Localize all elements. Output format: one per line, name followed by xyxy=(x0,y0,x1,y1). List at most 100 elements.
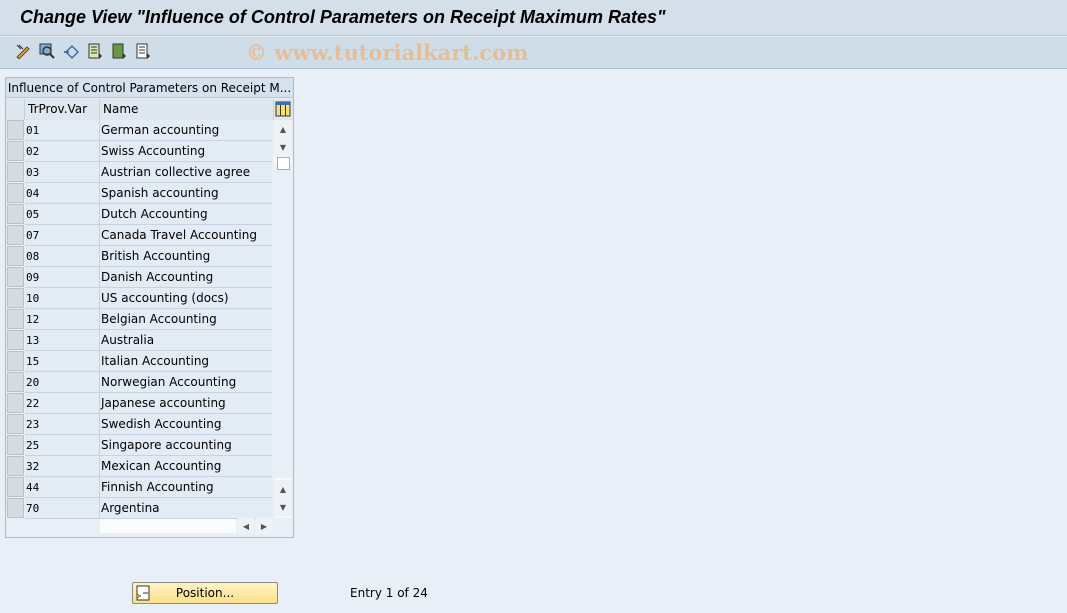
cell-name[interactable]: Swedish Accounting xyxy=(100,414,272,435)
row-selector[interactable] xyxy=(7,225,24,245)
row-selector[interactable] xyxy=(7,393,24,413)
vertical-scrollbar-bottom[interactable]: ▲ ▼ xyxy=(274,478,292,518)
column-header-name[interactable]: Name xyxy=(100,99,274,120)
page-down-icon[interactable]: ▼ xyxy=(274,498,292,516)
vertical-scrollbar-top[interactable]: ▲ ▼ xyxy=(274,120,292,170)
scroll-down-icon[interactable]: ▼ xyxy=(274,138,292,156)
title-bar: Change View "Influence of Control Parame… xyxy=(0,0,1067,36)
row-selector[interactable] xyxy=(7,120,24,140)
table-row: 08 British Accounting xyxy=(6,246,273,267)
row-selector[interactable] xyxy=(7,414,24,434)
cell-name[interactable]: Australia xyxy=(100,330,272,351)
cell-name[interactable]: US accounting (docs) xyxy=(100,288,272,309)
cell-trprov-var[interactable]: 15 xyxy=(25,351,100,372)
row-selector[interactable] xyxy=(7,351,24,371)
cell-name[interactable]: Canada Travel Accounting xyxy=(100,225,272,246)
table-row: 22 Japanese accounting xyxy=(6,393,273,414)
table-row: 20 Norwegian Accounting xyxy=(6,372,273,393)
cell-trprov-var[interactable]: 12 xyxy=(25,309,100,330)
row-selector[interactable] xyxy=(7,309,24,329)
cell-name[interactable]: Japanese accounting xyxy=(100,393,272,414)
cell-name[interactable]: Italian Accounting xyxy=(100,351,272,372)
row-selector[interactable] xyxy=(7,246,24,266)
cell-name[interactable]: Belgian Accounting xyxy=(100,309,272,330)
table-settings-icon xyxy=(275,101,291,117)
row-selector[interactable] xyxy=(7,435,24,455)
table-row: 32 Mexican Accounting xyxy=(6,456,273,477)
entry-status: Entry 1 of 24 xyxy=(350,586,428,600)
scroll-right-icon[interactable]: ▶ xyxy=(256,518,272,534)
table-row: 13 Australia xyxy=(6,330,273,351)
table-row: 70 Argentina xyxy=(6,498,273,519)
scroll-thumb[interactable] xyxy=(277,157,290,170)
table-row: 25 Singapore accounting xyxy=(6,435,273,456)
cell-name[interactable]: Danish Accounting xyxy=(100,267,272,288)
cell-trprov-var[interactable]: 32 xyxy=(25,456,100,477)
page-up-icon[interactable]: ▲ xyxy=(274,480,292,498)
row-selector[interactable] xyxy=(7,498,24,518)
cell-name[interactable]: Spanish accounting xyxy=(100,183,272,204)
position-button[interactable]: Position... xyxy=(132,582,278,604)
row-selector[interactable] xyxy=(7,330,24,350)
row-selector[interactable] xyxy=(7,477,24,497)
cell-trprov-var[interactable]: 22 xyxy=(25,393,100,414)
table-row: 10 US accounting (docs) xyxy=(6,288,273,309)
scroll-up-icon[interactable]: ▲ xyxy=(274,120,292,138)
find-icon[interactable] xyxy=(38,42,56,60)
scroll-left-icon[interactable]: ◀ xyxy=(238,518,254,534)
table-row: 04 Spanish accounting xyxy=(6,183,273,204)
cell-name[interactable]: Swiss Accounting xyxy=(100,141,272,162)
cell-trprov-var[interactable]: 25 xyxy=(25,435,100,456)
cell-trprov-var[interactable]: 10 xyxy=(25,288,100,309)
table-row: 02 Swiss Accounting xyxy=(6,141,273,162)
cell-name[interactable]: Austrian collective agree xyxy=(100,162,272,183)
display-change-icon[interactable] xyxy=(14,42,32,60)
row-selector[interactable] xyxy=(7,456,24,476)
table-settings-button[interactable] xyxy=(274,99,293,120)
cell-trprov-var[interactable]: 13 xyxy=(25,330,100,351)
cell-name[interactable]: Argentina xyxy=(100,498,272,519)
row-selector[interactable] xyxy=(7,288,24,308)
cell-trprov-var[interactable]: 02 xyxy=(25,141,100,162)
table-row: 09 Danish Accounting xyxy=(6,267,273,288)
select-all-icon[interactable] xyxy=(86,42,104,60)
table-title: Influence of Control Parameters on Recei… xyxy=(6,78,293,98)
row-selector[interactable] xyxy=(7,183,24,203)
row-selector[interactable] xyxy=(7,372,24,392)
cell-name[interactable]: Norwegian Accounting xyxy=(100,372,272,393)
watermark: © www.tutorialkart.com xyxy=(246,40,529,65)
column-header-trprov-var[interactable]: TrProv.Var xyxy=(25,99,100,120)
horizontal-scrollbar[interactable] xyxy=(100,519,236,533)
cell-trprov-var[interactable]: 23 xyxy=(25,414,100,435)
cell-trprov-var[interactable]: 09 xyxy=(25,267,100,288)
row-selector[interactable] xyxy=(7,162,24,182)
cell-name[interactable]: German accounting xyxy=(100,120,272,141)
undo-icon[interactable] xyxy=(62,42,80,60)
cell-name[interactable]: Finnish Accounting xyxy=(100,477,272,498)
cell-name[interactable]: Singapore accounting xyxy=(100,435,272,456)
cell-trprov-var[interactable]: 03 xyxy=(25,162,100,183)
table-row: 01 German accounting xyxy=(6,120,273,141)
cell-trprov-var[interactable]: 70 xyxy=(25,498,100,519)
row-selector[interactable] xyxy=(7,267,24,287)
deselect-all-icon[interactable] xyxy=(134,42,152,60)
select-block-icon[interactable] xyxy=(110,42,128,60)
row-selector[interactable] xyxy=(7,141,24,161)
row-selector[interactable] xyxy=(7,204,24,224)
cell-trprov-var[interactable]: 44 xyxy=(25,477,100,498)
cell-name[interactable]: Mexican Accounting xyxy=(100,456,272,477)
table-row: 44 Finnish Accounting xyxy=(6,477,273,498)
cell-name[interactable]: Dutch Accounting xyxy=(100,204,272,225)
cell-trprov-var[interactable]: 01 xyxy=(25,120,100,141)
cell-name[interactable]: British Accounting xyxy=(100,246,272,267)
cell-trprov-var[interactable]: 04 xyxy=(25,183,100,204)
cell-trprov-var[interactable]: 08 xyxy=(25,246,100,267)
select-all-rows-button[interactable] xyxy=(6,99,25,120)
table-row: 12 Belgian Accounting xyxy=(6,309,273,330)
cell-trprov-var[interactable]: 20 xyxy=(25,372,100,393)
table-control: Influence of Control Parameters on Recei… xyxy=(5,77,294,538)
cell-trprov-var[interactable]: 05 xyxy=(25,204,100,225)
table-row: 15 Italian Accounting xyxy=(6,351,273,372)
application-toolbar: © www.tutorialkart.com xyxy=(0,37,1067,69)
cell-trprov-var[interactable]: 07 xyxy=(25,225,100,246)
